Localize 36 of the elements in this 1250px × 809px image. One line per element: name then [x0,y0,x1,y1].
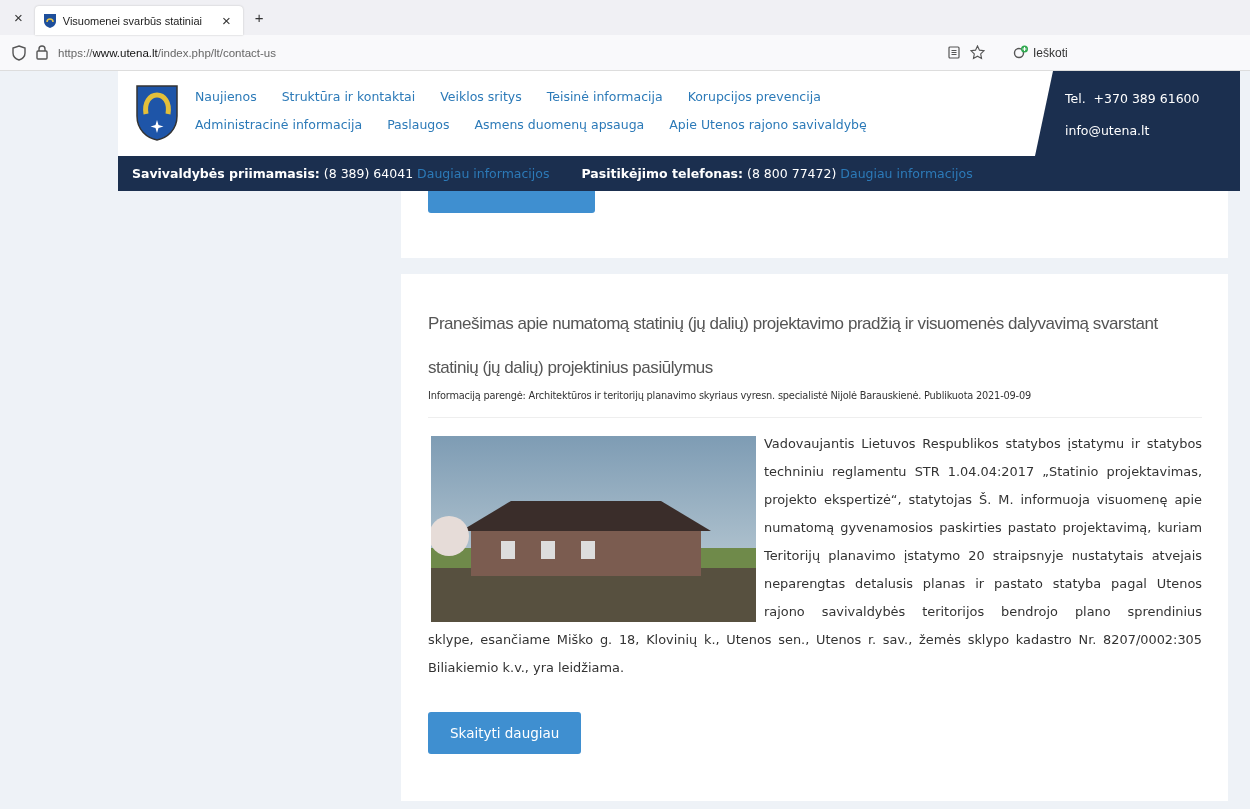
coat-of-arms-icon[interactable] [135,84,179,142]
info-label: Savivaldybės priimamasis: [132,166,320,181]
phone-number: (8 800 77472) [747,166,837,181]
nav-link[interactable]: Korupcijos prevencija [687,89,821,104]
nav-link[interactable]: Naujienos [195,89,257,104]
lock-icon[interactable] [36,45,48,60]
nav-link[interactable]: Apie Utenos rajono savivaldybę [669,117,867,132]
nav-link[interactable]: Asmens duomenų apsauga [474,117,645,132]
tab-title: Visuomenei svarbūs statiniai [62,14,203,27]
info-label: Pasitikėjimo telefonas: [581,166,744,181]
article-text: sklype, esančiame Miško g. 18, Klovinių k., Utenos sen., Utenos r. sav., žemės sklypo kadastro Nr. 8207/0002:305 Biliakiemio k.v., yra leidžiama. [428,631,1202,677]
browser-tab[interactable]: Visuomenei svarbūs statiniai × [34,6,243,35]
article-meta: Informaciją parengė: Architektūros ir teritorijų planavimo skyriaus vyresn. specialistė Nijolė Barauskienė. Publikuota 2021-09-09 [428,390,1202,418]
close-button[interactable]: × [10,9,27,26]
email-text: info@utena.lt [1065,123,1151,138]
more-info-link[interactable]: Daugiau informacijos [417,166,550,181]
url-text[interactable]: https://www.utena.lt/index.php/lt/contact-us [58,46,938,59]
search-icon[interactable] [1013,45,1029,60]
nav-link[interactable]: Administracinė informacija [195,117,363,132]
phone-text: Tel. +370 389 61600 [1065,91,1201,106]
article-title[interactable]: Pranešimas apie numatomą statinių (jų dalių) projektavimo pradžią ir visuomenės dalyvavimą svarstant statinių (jų dalių) projektinius pasiūlymus [428,302,1202,390]
nav-link[interactable]: Struktūra ir kontaktai [281,89,416,104]
nav-link[interactable]: Paslaugos [387,117,450,132]
new-tab-button[interactable]: + [250,9,268,26]
reader-view-icon[interactable] [948,46,960,59]
search-field[interactable]: Ieškoti [1033,45,1068,60]
tab-close-button[interactable]: × [218,12,235,29]
nav-link[interactable]: Teisinė informacija [546,89,663,104]
phone-number: (8 389) 64041 [323,166,414,181]
star-icon[interactable] [970,45,985,60]
read-more-button[interactable]: Skaityti daugiau [428,712,582,754]
more-info-link[interactable]: Daugiau informacijos [840,166,973,181]
shield-icon[interactable] [12,44,26,61]
nav-link[interactable]: Veiklos sritys [440,89,522,104]
article-text: Vadovaujantis Lietuvos Respublikos statybos įstatymu ir statybos techniniu reglamentu STR 1.04.04:2017 „Statinio projektavimas, projekto ekspertizė“, statytojas Š. M. informuoja visuomenę apie numatomą gyvenamosios paskirties pastato projektavimą, kuriam Teritorijų planavimo įstatymo 20 straipsnyje nustatytais atvejais neparengtas detalusis planas ir pastato statyba pagal Utenos rajono savivaldybės teritorijos bendrojo plano sprendinius [764,435,1202,621]
shield-logo-icon [42,13,57,28]
